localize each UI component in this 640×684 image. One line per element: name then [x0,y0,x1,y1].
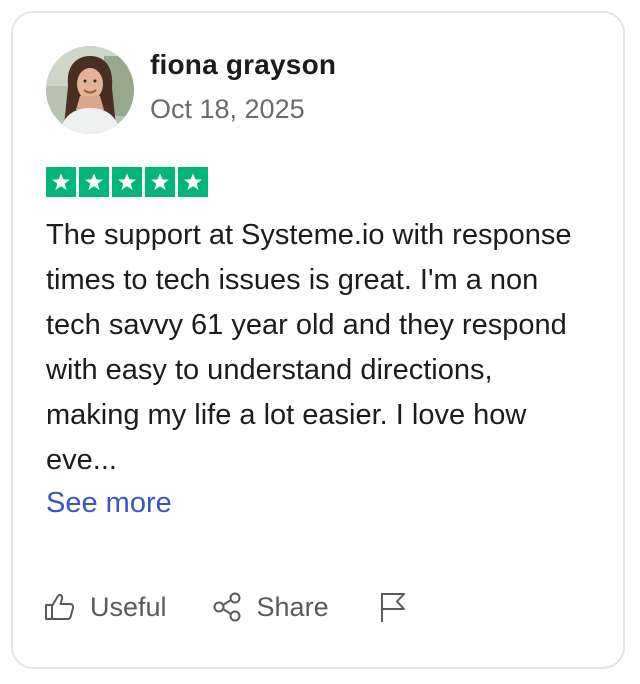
review-text: The support at Systeme.io with response … [46,219,572,476]
flag-icon [379,591,407,623]
share-icon [213,592,243,622]
star-icon [145,167,175,197]
avatar-image [46,46,134,134]
useful-button[interactable]: Useful [44,592,167,623]
star-icon [112,167,142,197]
avatar[interactable] [46,46,134,134]
useful-label: Useful [90,591,167,622]
star-icon [178,167,208,197]
review-date: Oct 18, 2025 [150,94,305,124]
see-more-link[interactable]: See more [46,481,172,526]
star-rating [46,167,208,197]
star-icon [46,167,76,197]
thumbs-up-icon [44,593,76,621]
share-label: Share [256,591,329,622]
review-card: fiona grayson Oct 18, 2025 The support a… [11,11,625,669]
review-actions: Useful Share [44,587,407,627]
reviewer-name[interactable]: fiona grayson [150,49,336,81]
share-button[interactable]: Share [213,592,329,623]
star-icon [79,167,109,197]
report-button[interactable] [379,591,407,623]
